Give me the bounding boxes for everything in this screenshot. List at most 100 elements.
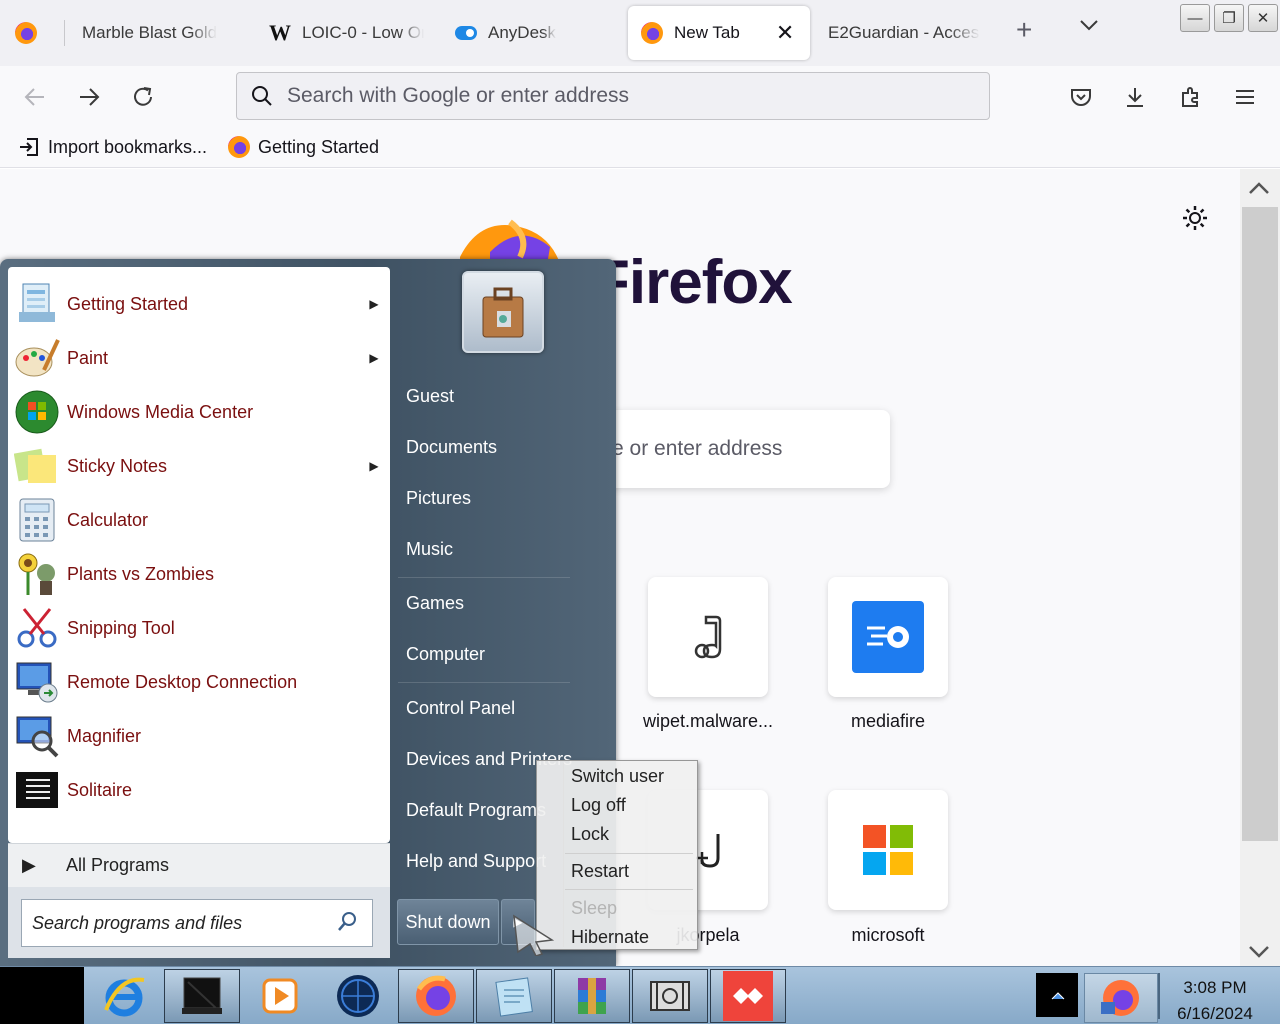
bookmark-import[interactable]: Import bookmarks...: [18, 136, 207, 158]
place-pictures[interactable]: Pictures: [398, 478, 578, 518]
tray-icons[interactable]: [1084, 973, 1158, 1023]
places-divider: [398, 577, 570, 578]
pocket-button[interactable]: [1064, 80, 1098, 114]
taskbar-film[interactable]: [632, 969, 708, 1023]
gear-icon[interactable]: [1180, 203, 1210, 233]
magnifier-icon: [12, 711, 62, 761]
menu-gutter: [563, 763, 564, 947]
firefox-icon: [416, 975, 456, 1016]
terminal-icon: [182, 977, 222, 1014]
anydesk-icon: [454, 21, 478, 45]
tab-e2guardian[interactable]: E2Guardian - Access Denied: [828, 6, 988, 60]
taskbar-media-player[interactable]: [242, 969, 318, 1023]
user-picture[interactable]: [462, 271, 544, 353]
tab-anydesk[interactable]: AnyDesk: [454, 6, 622, 60]
program-windows-media-center[interactable]: Windows Media Center: [12, 386, 384, 438]
reload-button[interactable]: [126, 80, 160, 114]
tab-bar: Marble Blast Gold W LOIC-0 - Low Orbit A…: [0, 0, 1280, 66]
start-search-box[interactable]: [21, 899, 373, 947]
place-music[interactable]: Music: [398, 529, 578, 569]
all-programs-button[interactable]: ▶ All Programs: [8, 843, 390, 887]
tab-loic[interactable]: W LOIC-0 - Low Orbit: [268, 6, 436, 60]
shut-down-button[interactable]: Shut down: [397, 899, 499, 945]
close-window-button[interactable]: ✕: [1248, 4, 1278, 32]
submenu-arrow-icon: ▶: [369, 351, 379, 365]
menu-item-log-off[interactable]: Log off: [571, 795, 626, 816]
firefox-wordmark: Firefox: [592, 248, 793, 317]
bookmark-getting-started[interactable]: Getting Started: [228, 136, 379, 158]
tab-label: AnyDesk: [488, 23, 557, 42]
program-calculator[interactable]: Calculator: [12, 494, 384, 546]
tab-marble-blast[interactable]: Marble Blast Gold: [82, 6, 250, 60]
program-sticky-notes[interactable]: Sticky Notes ▶: [12, 440, 384, 492]
shortcut-tile-microsoft[interactable]: [828, 790, 948, 910]
taskbar-terminal[interactable]: [164, 969, 240, 1023]
tab-new-tab[interactable]: New Tab ✕: [628, 6, 810, 60]
forward-button[interactable]: [72, 80, 106, 114]
place-control-panel[interactable]: Control Panel: [398, 688, 578, 728]
program-solitaire[interactable]: Solitaire: [12, 764, 384, 816]
minimize-button[interactable]: —: [1180, 4, 1210, 32]
tab-label: New Tab: [674, 23, 740, 42]
briefcase-icon: [482, 287, 524, 338]
taskbar-firefox[interactable]: [398, 969, 474, 1023]
taskbar-notepad[interactable]: [476, 969, 552, 1023]
menu-item-switch-user[interactable]: Switch user: [571, 766, 664, 787]
taskbar-anydesk[interactable]: [710, 969, 786, 1023]
start-button[interactable]: [0, 967, 84, 1024]
calculator-icon: [12, 495, 62, 545]
scrollbar-thumb[interactable]: [1242, 207, 1278, 841]
restore-button[interactable]: ❐: [1214, 4, 1244, 32]
program-snipping-tool[interactable]: Snipping Tool: [12, 602, 384, 654]
start-menu: Getting Started ▶ Paint ▶ Windows Media …: [0, 259, 616, 966]
submenu-arrow-icon: ▶: [369, 459, 379, 473]
anydesk-icon: [723, 971, 773, 1021]
program-getting-started[interactable]: Getting Started ▶: [12, 278, 384, 330]
place-documents[interactable]: Documents: [398, 427, 578, 467]
shortcut-tile-wipet[interactable]: [648, 577, 768, 697]
url-bar[interactable]: [236, 72, 990, 120]
url-input[interactable]: [287, 84, 967, 108]
start-search-input[interactable]: [22, 912, 337, 934]
taskbar-internet-explorer[interactable]: [86, 969, 162, 1023]
program-label: Magnifier: [67, 725, 142, 746]
downloads-button[interactable]: [1118, 80, 1152, 114]
program-paint[interactable]: Paint ▶: [12, 332, 384, 384]
extensions-button[interactable]: [1174, 80, 1208, 114]
scroll-up-icon[interactable]: [1248, 175, 1270, 203]
program-remote-desktop[interactable]: Remote Desktop Connection: [12, 656, 384, 708]
program-label: Getting Started: [67, 293, 189, 314]
taskbar-globe[interactable]: [320, 969, 396, 1023]
navigation-toolbar: [0, 66, 1280, 128]
place-games[interactable]: Games: [398, 583, 578, 623]
program-label: Calculator: [67, 509, 149, 530]
menu-item-restart[interactable]: Restart: [571, 861, 629, 882]
back-button[interactable]: [18, 80, 52, 114]
place-guest[interactable]: Guest: [398, 376, 578, 416]
program-plants-vs-zombies[interactable]: Plants vs Zombies: [12, 548, 384, 600]
snipping-tool-icon: [12, 603, 62, 653]
triangle-right-icon: ▶: [22, 855, 36, 875]
scroll-down-icon[interactable]: [1248, 939, 1270, 967]
film-icon: [650, 981, 690, 1011]
firefox-view-button[interactable]: [14, 6, 54, 60]
show-hidden-icons-button[interactable]: [1036, 973, 1078, 1017]
list-all-tabs-button[interactable]: [1078, 14, 1100, 43]
tab-label: E2Guardian - Access Denied: [828, 23, 980, 42]
new-tab-button[interactable]: +: [1016, 14, 1032, 46]
music-note-icon: [694, 615, 722, 659]
tab-separator: [64, 20, 65, 46]
close-tab-icon[interactable]: ✕: [776, 20, 794, 46]
app-menu-button[interactable]: [1228, 80, 1262, 114]
page-scrollbar[interactable]: [1240, 169, 1280, 966]
shut-down-options-menu: Switch user Log off Lock Restart Sleep H…: [536, 760, 698, 950]
program-magnifier[interactable]: Magnifier: [12, 710, 384, 762]
shortcut-tile-mediafire[interactable]: [828, 577, 948, 697]
taskbar-winrar[interactable]: [554, 969, 630, 1023]
taskbar-clock[interactable]: 3:08 PM 6/16/2024: [1160, 975, 1270, 1024]
all-programs-label: All Programs: [66, 855, 170, 875]
arrow-right-icon: [80, 88, 100, 106]
menu-item-lock[interactable]: Lock: [571, 824, 609, 845]
place-computer[interactable]: Computer: [398, 634, 578, 674]
menu-item-hibernate[interactable]: Hibernate: [571, 927, 649, 948]
